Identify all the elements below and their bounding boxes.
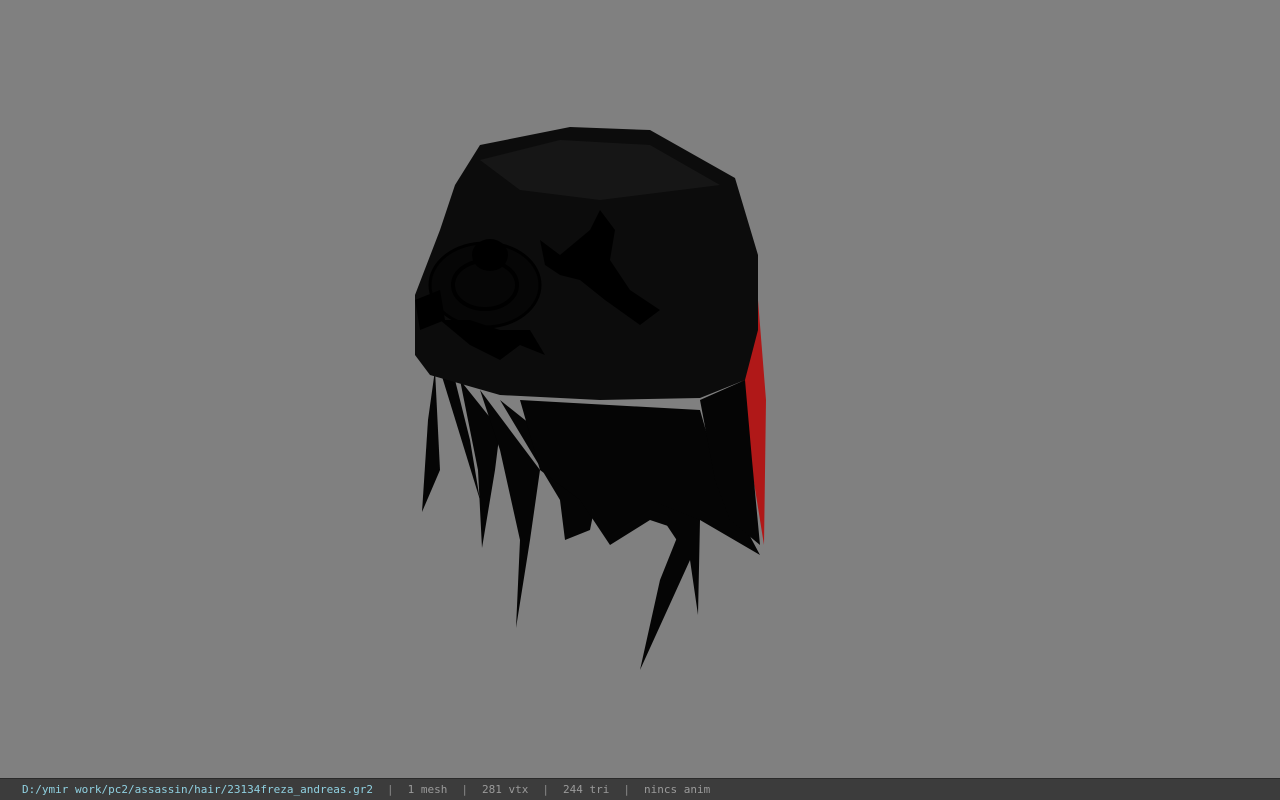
mesh-count: 1 mesh	[407, 783, 448, 796]
vertex-count: 281 vtx	[482, 783, 529, 796]
separator: |	[461, 783, 468, 796]
separator: |	[542, 783, 549, 796]
model-viewport[interactable]	[0, 0, 1280, 778]
hair-model-render	[415, 127, 766, 670]
triangle-count: 244 tri	[562, 783, 610, 796]
separator: |	[623, 783, 630, 796]
file-path: D:/ymir work/pc2/assassin/hair/23134frez…	[22, 783, 373, 796]
status-bar: D:/ymir work/pc2/assassin/hair/23134frez…	[0, 778, 1280, 800]
separator: |	[387, 783, 394, 796]
anim-status: nincs anim	[643, 783, 711, 796]
hair-strands	[422, 370, 760, 670]
